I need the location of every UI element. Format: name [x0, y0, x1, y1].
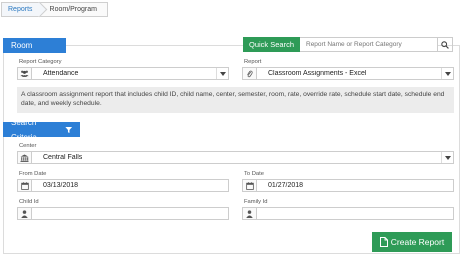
quick-search-group: Quick Search: [243, 37, 453, 52]
users-icon: [18, 68, 32, 79]
breadcrumb: Reports Room/Program: [1, 2, 108, 17]
child-id-label: Child Id: [19, 199, 39, 205]
to-date-field[interactable]: 01/27/2018: [242, 179, 454, 192]
breadcrumb-reports-link[interactable]: Reports: [2, 3, 40, 16]
search-criteria-header: Search Criteria: [3, 118, 80, 142]
from-date-field[interactable]: 03/13/2018: [17, 179, 229, 192]
report-select[interactable]: Classroom Assignments - Excel: [242, 67, 454, 80]
chevron-down-icon: [216, 68, 228, 79]
breadcrumb-current: Room/Program: [49, 6, 97, 13]
calendar-icon[interactable]: [243, 180, 257, 191]
search-button[interactable]: [438, 37, 453, 52]
create-report-button[interactable]: Create Report: [372, 232, 452, 252]
from-date-label: From Date: [19, 171, 47, 177]
report-value: Classroom Assignments - Excel: [268, 70, 367, 77]
center-value: Central Falls: [43, 154, 83, 161]
quick-search-button[interactable]: Quick Search: [243, 37, 300, 52]
chevron-down-icon: [441, 68, 453, 79]
center-select[interactable]: Central Falls: [17, 151, 454, 164]
filter-icon[interactable]: [64, 126, 72, 134]
search-criteria-title: Search Criteria: [11, 117, 37, 142]
family-id-field[interactable]: [242, 207, 454, 220]
report-category-label: Report Category: [19, 59, 62, 65]
paperclip-icon: [243, 68, 257, 79]
search-icon: [441, 40, 449, 49]
create-report-label: Create Report: [390, 237, 445, 247]
user-icon: [243, 208, 257, 219]
child-id-field[interactable]: [17, 207, 229, 220]
quick-search-input[interactable]: [300, 37, 438, 52]
report-label: Report: [244, 59, 262, 65]
report-category-value: Attendance: [43, 70, 79, 77]
document-icon: [379, 237, 388, 247]
calendar-icon[interactable]: [18, 180, 32, 191]
from-date-value: 03/13/2018: [43, 182, 79, 189]
chevron-down-icon: [441, 152, 453, 163]
report-description: A classroom assignment report that inclu…: [17, 87, 454, 113]
report-category-select[interactable]: Attendance: [17, 67, 229, 80]
to-date-label: To Date: [244, 171, 264, 177]
family-id-label: Family Id: [244, 199, 268, 205]
room-reports-header: Room Reports: [3, 38, 66, 65]
center-label: Center: [19, 143, 37, 149]
building-icon: [18, 152, 32, 163]
user-icon: [18, 208, 32, 219]
to-date-value: 01/27/2018: [268, 182, 304, 189]
